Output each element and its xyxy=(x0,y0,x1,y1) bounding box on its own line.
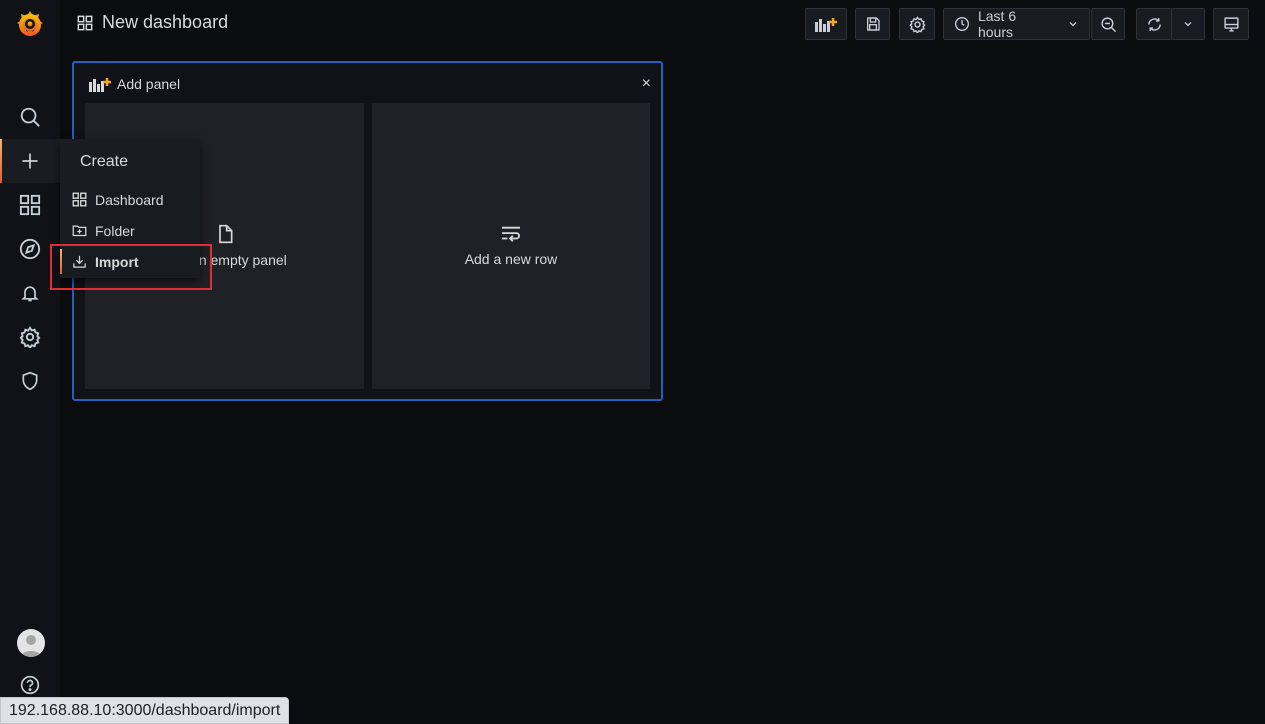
gear-icon xyxy=(908,15,926,33)
add-panel-icon xyxy=(89,78,111,92)
clock-icon xyxy=(954,17,969,31)
gear-icon xyxy=(19,326,41,348)
add-new-row-option[interactable]: Add a new row xyxy=(372,103,650,389)
highlight-annotation-box xyxy=(50,244,212,290)
bell-icon xyxy=(21,286,39,302)
time-range-label: Last 6 hours xyxy=(977,8,1017,40)
plus-icon xyxy=(22,153,38,169)
status-bar-url: 192.168.88.10:3000/dashboard/import xyxy=(0,697,290,724)
sidebar-create[interactable] xyxy=(0,139,60,183)
dashboard-grid-icon xyxy=(77,15,93,36)
dashboards-grid-icon xyxy=(72,192,87,207)
dashboards-grid-icon xyxy=(19,194,41,216)
file-icon xyxy=(218,224,232,244)
create-menu-item-folder[interactable]: Folder xyxy=(60,215,200,246)
refresh-interval-dropdown[interactable] xyxy=(1171,8,1205,40)
chevron-down-icon xyxy=(1069,22,1077,27)
add-panel-icon xyxy=(815,18,837,32)
add-panel-button[interactable] xyxy=(805,8,847,40)
zoom-out-button[interactable] xyxy=(1091,8,1125,40)
refresh-button[interactable] xyxy=(1136,8,1172,40)
create-menu-item-dashboard[interactable]: Dashboard xyxy=(60,184,200,215)
user-avatar[interactable] xyxy=(17,629,45,657)
chevron-down-icon xyxy=(1184,22,1192,27)
time-range-picker[interactable]: Last 6 hours xyxy=(943,8,1090,40)
save-icon xyxy=(866,17,880,31)
tv-mode-button[interactable] xyxy=(1213,8,1249,40)
menu-item-label: Dashboard xyxy=(95,191,164,208)
shield-icon xyxy=(22,371,38,391)
refresh-icon xyxy=(1147,17,1161,31)
sidebar-configuration[interactable] xyxy=(0,315,60,359)
compass-icon xyxy=(19,238,41,260)
close-button[interactable]: × xyxy=(642,75,651,93)
folder-plus-icon xyxy=(72,225,87,237)
sidebar xyxy=(0,0,60,724)
menu-item-label: Folder xyxy=(95,222,135,239)
row-wrap-icon xyxy=(502,226,520,242)
option-label: Add a new row xyxy=(464,251,558,267)
save-dashboard-button[interactable] xyxy=(855,8,890,40)
zoom-out-icon xyxy=(1100,16,1116,32)
sidebar-dashboards[interactable] xyxy=(0,183,60,227)
create-menu-header[interactable]: Create xyxy=(60,139,200,184)
panel-title: Add panel xyxy=(117,76,181,92)
panel-header: Add panel xyxy=(88,76,180,92)
sidebar-server-admin[interactable] xyxy=(0,359,60,403)
grafana-logo-icon[interactable] xyxy=(15,9,45,39)
monitor-icon xyxy=(1223,16,1239,32)
sidebar-search[interactable] xyxy=(0,95,60,139)
help-icon xyxy=(20,675,40,695)
search-icon xyxy=(20,107,40,127)
dashboard-settings-button[interactable] xyxy=(899,8,935,40)
page-title[interactable]: New dashboard xyxy=(102,12,228,33)
